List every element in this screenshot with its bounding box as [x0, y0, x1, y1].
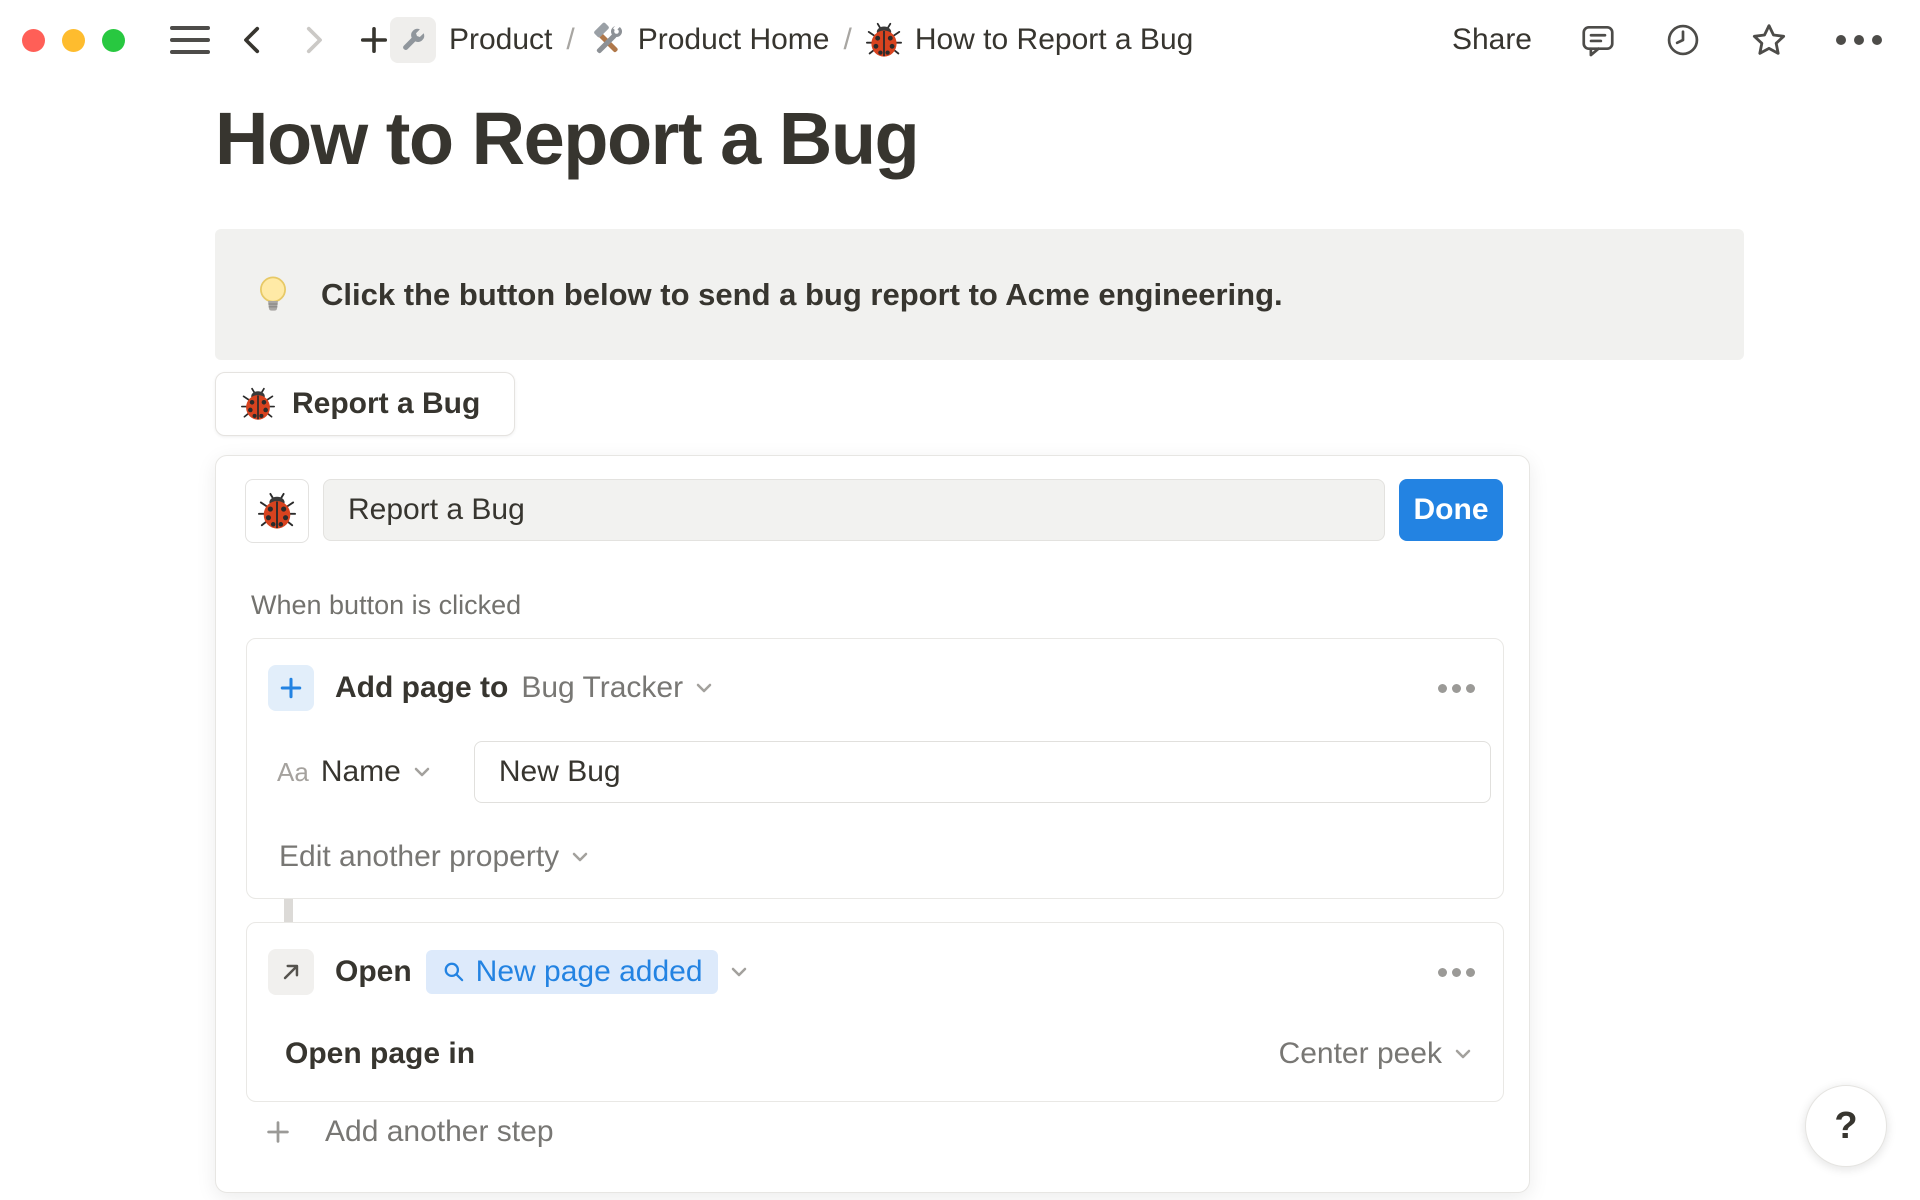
breadcrumb-item-product-home[interactable]: Product Home — [589, 22, 830, 58]
chevron-down-icon — [1451, 1042, 1475, 1066]
new-page-added-pill[interactable]: New page added — [425, 950, 718, 994]
breadcrumb-label: How to Report a Bug — [914, 23, 1194, 56]
report-a-bug-button[interactable]: Report a Bug — [215, 372, 515, 436]
open-mode-dropdown[interactable]: Center peek — [1279, 1037, 1475, 1071]
nav-controls — [170, 0, 392, 80]
window-topbar: Product / Product Home / How to Report a… — [0, 0, 1920, 80]
ladybug-icon — [258, 492, 296, 530]
step-connector — [284, 899, 293, 922]
button-editor-panel: Done When button is clicked Add page to … — [215, 455, 1530, 1193]
callout-block[interactable]: Click the button below to send a bug rep… — [215, 229, 1744, 360]
edit-another-property-button[interactable]: Edit another property — [279, 837, 592, 877]
step1-target-dropdown[interactable]: Bug Tracker — [521, 671, 683, 705]
ladybug-icon — [241, 387, 275, 421]
light-bulb-icon — [251, 273, 295, 317]
callout-text: Click the button below to send a bug rep… — [321, 276, 1283, 312]
button-name-input[interactable] — [323, 479, 1385, 541]
help-button-label: ? — [1834, 1104, 1858, 1147]
comment-icon[interactable] — [1579, 21, 1617, 59]
search-icon — [444, 962, 463, 982]
button-editor-header: Done — [245, 479, 1503, 543]
forward-icon[interactable] — [296, 23, 330, 57]
sidebar-menu-button[interactable] — [170, 26, 210, 54]
new-page-icon[interactable] — [356, 22, 392, 58]
add-another-step-button[interactable]: Add another step — [263, 1106, 554, 1158]
step-card-add-page: Add page to Bug Tracker Aa Name Edit ano… — [246, 638, 1504, 899]
step-card-open: Open New page added Open page in Center … — [246, 922, 1504, 1102]
zoom-window-button[interactable] — [102, 29, 125, 52]
breadcrumb-item-product[interactable]: Product — [390, 17, 552, 63]
help-button[interactable]: ? — [1805, 1085, 1887, 1167]
breadcrumb-separator: / — [566, 23, 575, 56]
breadcrumb: Product / Product Home / How to Report a… — [390, 0, 1193, 80]
page-title[interactable]: How to Report a Bug — [215, 96, 920, 181]
done-button[interactable]: Done — [1399, 479, 1503, 541]
step2-more-options-icon[interactable] — [1438, 962, 1475, 983]
step2-action-label: Open — [335, 955, 412, 988]
share-button[interactable]: Share — [1452, 23, 1532, 57]
property-value-input[interactable] — [473, 741, 1491, 803]
back-icon[interactable] — [236, 23, 270, 57]
chevron-down-icon — [568, 845, 592, 869]
add-another-step-label: Add another step — [325, 1115, 554, 1148]
report-a-bug-button-label: Report a Bug — [292, 387, 481, 420]
edit-another-property-label: Edit another property — [279, 840, 560, 873]
breadcrumb-label: Product — [449, 23, 553, 56]
button-emoji-picker[interactable] — [245, 479, 309, 543]
more-options-icon[interactable] — [1836, 35, 1882, 45]
new-page-added-label: New page added — [475, 955, 703, 988]
arrow-up-right-icon — [268, 949, 314, 995]
close-window-button[interactable] — [22, 29, 45, 52]
wrench-icon — [390, 17, 436, 63]
star-icon[interactable] — [1749, 20, 1789, 60]
ladybug-icon — [865, 22, 902, 58]
open-mode-value: Center peek — [1278, 1037, 1442, 1070]
property-name-dropdown[interactable]: Name — [321, 755, 401, 789]
trigger-label: When button is clicked — [251, 590, 522, 620]
minimize-window-button[interactable] — [62, 29, 85, 52]
step1-property-row: Aa Name — [277, 741, 1491, 803]
topbar-actions: Share — [1452, 0, 1882, 80]
chevron-down-icon[interactable] — [410, 760, 434, 784]
open-page-in-row: Open page in Center peek — [285, 1029, 1475, 1079]
breadcrumb-item-current-page[interactable]: How to Report a Bug — [865, 22, 1194, 58]
breadcrumb-separator: / — [843, 23, 852, 56]
hammer-and-wrench-icon — [589, 22, 625, 58]
step1-action-label: Add page to — [335, 671, 509, 704]
chevron-down-icon[interactable] — [727, 960, 751, 984]
step1-action-row: Add page to Bug Tracker — [268, 663, 1475, 713]
step2-action-row: Open New page added — [268, 947, 1475, 997]
chevron-down-icon[interactable] — [692, 676, 716, 700]
plus-icon — [268, 665, 314, 711]
traffic-lights — [22, 29, 125, 52]
property-type-icon: Aa — [277, 756, 309, 787]
step1-more-options-icon[interactable] — [1438, 678, 1475, 699]
open-page-in-label: Open page in — [285, 1037, 476, 1070]
clock-icon[interactable] — [1664, 21, 1702, 59]
notion-window: Product / Product Home / How to Report a… — [0, 0, 1920, 1200]
plus-icon — [267, 1121, 289, 1143]
breadcrumb-label: Product Home — [637, 23, 830, 56]
